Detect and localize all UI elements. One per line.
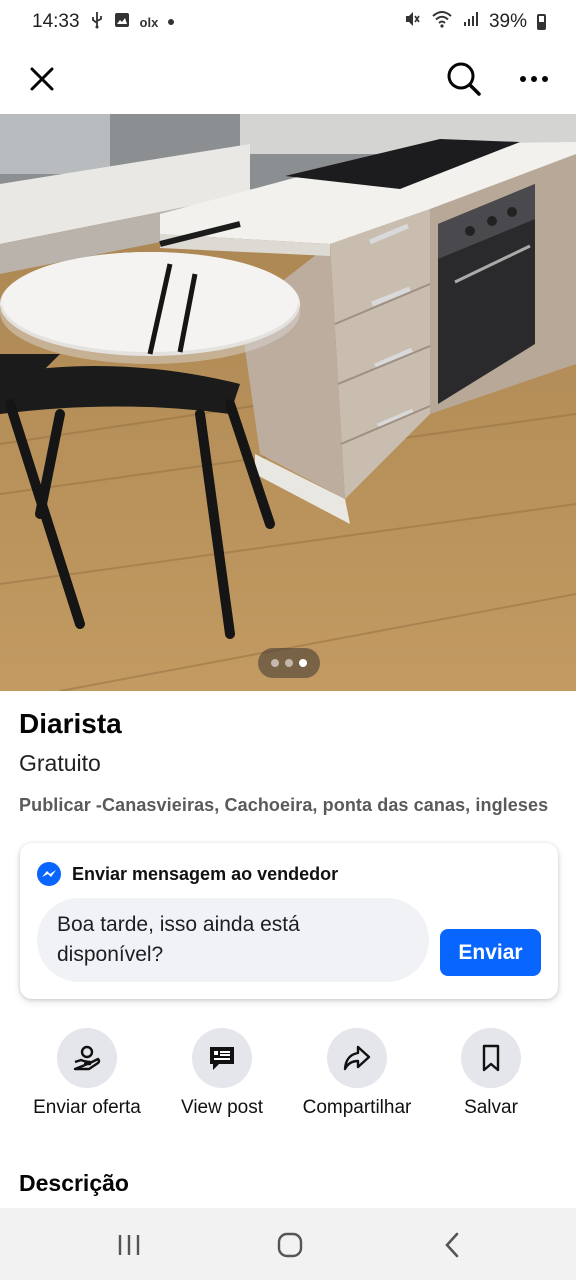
battery-percent: 39% — [488, 11, 527, 32]
more-icon — [520, 76, 548, 82]
close-button[interactable] — [20, 57, 64, 101]
top-nav — [0, 44, 576, 114]
view-post-label: View post — [180, 1097, 264, 1118]
close-icon — [30, 67, 54, 91]
pager-dot-active — [299, 659, 307, 667]
image-icon — [114, 12, 130, 33]
offer-icon — [73, 1045, 101, 1071]
message-title: Enviar mensagem ao vendedor — [72, 863, 339, 884]
home-icon — [277, 1232, 303, 1258]
share-circle — [327, 1028, 387, 1088]
save-circle — [461, 1028, 521, 1088]
message-seller-card: Enviar mensagem ao vendedor Boa tarde, i… — [20, 843, 558, 999]
listing-photo[interactable] — [0, 114, 576, 691]
status-bar: 14:33 olx 39% — [0, 0, 576, 44]
save-label: Salvar — [464, 1097, 518, 1118]
message-input[interactable]: Boa tarde, isso ainda está disponível? — [37, 898, 429, 982]
view-post-button[interactable]: View post — [147, 1028, 297, 1119]
back-icon — [445, 1232, 459, 1258]
battery-icon — [537, 14, 546, 30]
photo-pager[interactable] — [258, 648, 320, 678]
status-time: 14:33 — [32, 11, 80, 32]
search-button[interactable] — [442, 57, 486, 101]
post-icon — [210, 1047, 234, 1070]
share-button[interactable]: Compartilhar — [282, 1028, 432, 1119]
recent-apps-button[interactable] — [109, 1232, 149, 1258]
pager-dot — [285, 659, 293, 667]
signal-icon — [463, 11, 479, 33]
listing-title: Diarista — [19, 708, 122, 739]
send-offer-circle — [57, 1028, 117, 1088]
recent-apps-icon — [118, 1235, 140, 1255]
share-icon — [343, 1045, 371, 1071]
save-button[interactable]: Salvar — [416, 1028, 566, 1119]
system-nav-bar — [0, 1208, 576, 1280]
mute-icon — [403, 10, 421, 34]
messenger-icon — [37, 862, 61, 886]
send-button[interactable]: Enviar — [440, 929, 541, 976]
wifi-icon — [431, 10, 453, 34]
dot-icon — [168, 19, 175, 25]
home-button[interactable] — [270, 1232, 310, 1258]
pager-dot — [271, 659, 279, 667]
back-button[interactable] — [432, 1232, 472, 1258]
view-post-circle — [192, 1028, 252, 1088]
bookmark-icon — [482, 1044, 500, 1072]
usb-icon — [90, 11, 104, 34]
olx-icon: olx — [139, 14, 159, 30]
action-row: Enviar oferta View post Compartilhar Sal… — [0, 1028, 576, 1128]
send-offer-button[interactable]: Enviar oferta — [12, 1028, 162, 1119]
message-header: Enviar mensagem ao vendedor — [36, 861, 338, 887]
description-title: Descrição — [19, 1170, 129, 1196]
listing-price: Gratuito — [19, 750, 101, 776]
listing-location[interactable]: Publicar -Canasvieiras, Cachoeira, ponta… — [19, 795, 548, 816]
kitchen-photo — [0, 114, 576, 691]
share-label: Compartilhar — [302, 1097, 412, 1118]
search-icon — [447, 62, 481, 96]
send-offer-label: Enviar oferta — [33, 1097, 141, 1118]
more-button[interactable] — [512, 57, 556, 101]
